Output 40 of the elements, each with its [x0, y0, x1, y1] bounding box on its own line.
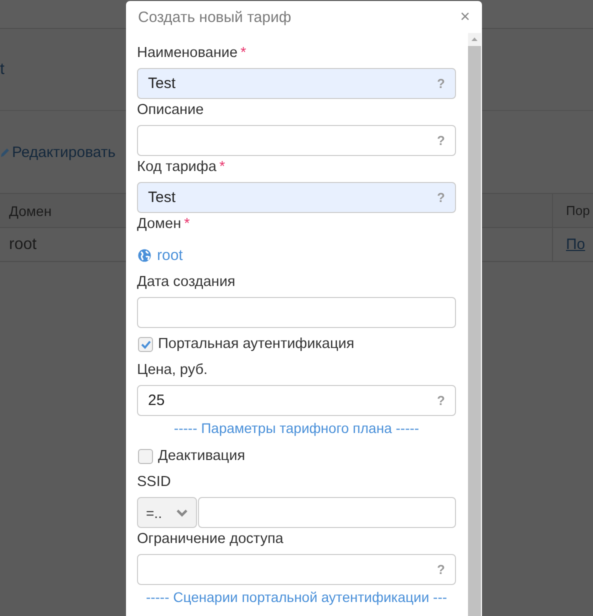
- field-label: Домен *: [137, 215, 191, 234]
- input-field[interactable]: Test ?: [137, 68, 456, 99]
- help-icon: ?: [437, 133, 445, 148]
- input-field[interactable]: [198, 497, 456, 528]
- globe-icon: [138, 248, 151, 262]
- field-label: Описание: [137, 101, 205, 120]
- help-icon: ?: [437, 562, 445, 577]
- checkbox-label: Деактивация: [158, 448, 246, 464]
- chevron-down-icon: [176, 508, 188, 516]
- section-heading: ----- Параметры тарифного плана -----: [172, 419, 420, 438]
- breadcrumb-link[interactable]: t: [0, 60, 4, 78]
- input-field[interactable]: [137, 297, 456, 328]
- edit-button[interactable]: Редактировать: [12, 144, 116, 160]
- domain-link[interactable]: root: [157, 246, 183, 264]
- input-field[interactable]: ?: [137, 125, 456, 156]
- dialog-title: Создать новый тариф: [138, 8, 292, 26]
- input-field[interactable]: ?: [137, 554, 456, 585]
- field-label: Ограничение доступа: [137, 530, 284, 549]
- checkbox[interactable]: [138, 448, 153, 464]
- field-label: Дата создания: [137, 273, 236, 292]
- input-field[interactable]: Test ?: [137, 182, 456, 213]
- pencil-icon: [0, 146, 10, 158]
- table-link[interactable]: По: [566, 236, 586, 253]
- column-header: Пор: [566, 203, 590, 218]
- help-icon: ?: [437, 393, 445, 408]
- help-icon: ?: [437, 190, 445, 205]
- checkbox[interactable]: [138, 336, 153, 352]
- close-button[interactable]: ×: [458, 7, 472, 27]
- field-label: Код тарифа *: [137, 158, 226, 177]
- input-field[interactable]: 25 ?: [137, 385, 456, 416]
- field-label: SSID: [137, 473, 172, 492]
- column-header: Домен: [9, 202, 52, 218]
- field-label: Наименование *: [137, 44, 248, 63]
- checkbox-label: Портальная аутентификация: [158, 336, 354, 352]
- operator-dropdown[interactable]: =..: [137, 497, 197, 528]
- section-heading: ----- Сценарии портальной аутентификации ---: [144, 588, 448, 607]
- table-cell: root: [9, 236, 37, 254]
- field-label: Цена, руб.: [137, 361, 209, 380]
- help-icon: ?: [437, 76, 445, 91]
- scrollbar-drawing[interactable]: [468, 33, 481, 616]
